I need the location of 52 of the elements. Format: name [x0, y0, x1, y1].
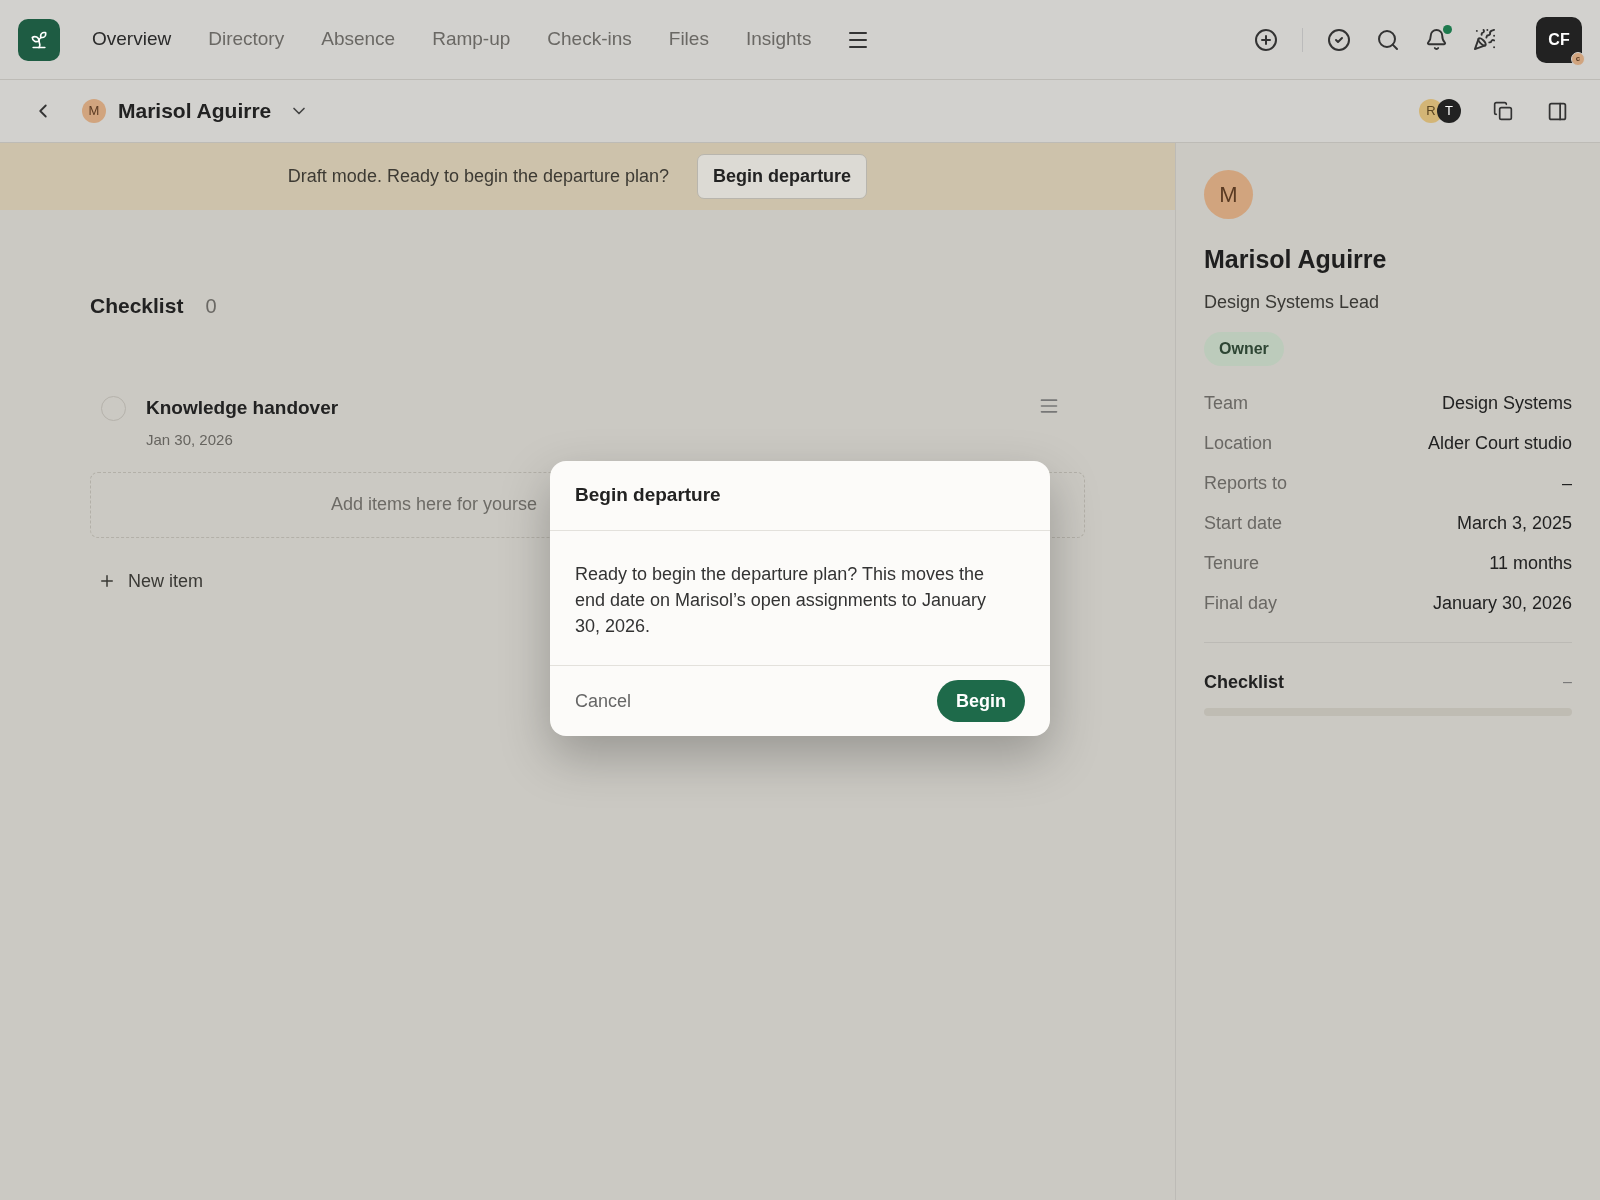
checklist-count: 0	[205, 293, 217, 319]
field-label: Tenure	[1204, 552, 1260, 575]
field-value: Alder Court studio	[1427, 432, 1572, 455]
bell-icon[interactable]	[1425, 28, 1448, 51]
nav-tab[interactable]: Overview	[80, 25, 184, 54]
check-circle-icon[interactable]	[1327, 27, 1351, 52]
field-label: Location	[1204, 432, 1273, 455]
plus-icon	[98, 572, 116, 590]
field-label: Start date	[1204, 512, 1283, 535]
new-item-button[interactable]: New item	[98, 567, 203, 595]
field-value: –	[1562, 472, 1572, 495]
field-label: Reports to	[1204, 472, 1288, 495]
viewer-avatar: T	[1437, 99, 1461, 123]
checklist-title: Checklist	[90, 293, 184, 319]
search-icon[interactable]	[1376, 27, 1400, 52]
add-icon[interactable]	[1254, 27, 1278, 52]
banner-text: Draft mode. Ready to begin the departure plan?	[287, 165, 670, 188]
field-value: Design Systems	[1441, 392, 1572, 415]
copy-icon[interactable]	[1493, 101, 1513, 121]
panel-icon[interactable]	[1547, 100, 1568, 122]
nav-tab[interactable]: Absence	[309, 25, 408, 54]
nav-tab[interactable]: Insights	[733, 25, 824, 54]
nav-tab[interactable]: Directory	[196, 25, 297, 54]
begin-departure-button[interactable]: Begin departure	[697, 154, 868, 199]
party-popper-icon[interactable]	[1473, 28, 1496, 51]
sprout-icon	[29, 29, 49, 50]
field-label: Final day	[1204, 592, 1278, 615]
person-name: Marisol Aguirre	[118, 98, 272, 125]
nav-tab[interactable]: Check-ins	[535, 25, 644, 54]
field-label: Team	[1204, 392, 1248, 415]
dropzone-text: Add items here for yourse	[331, 493, 538, 516]
profile-name: Marisol Aguirre	[1204, 244, 1388, 275]
app-logo[interactable]	[18, 18, 60, 61]
field-value: January 30, 2026	[1432, 592, 1572, 615]
user-badge: c	[1571, 51, 1585, 66]
field-value: March 3, 2025	[1456, 512, 1572, 535]
owner-badge: Owner	[1204, 331, 1284, 366]
field-value: 11 months	[1489, 552, 1572, 575]
checklist-heading: Checklist	[1204, 670, 1285, 694]
dialog-body: Ready to begin the departure plan? This moves the end date on Marisol’s open assignments to January 30, 2026.	[575, 563, 987, 638]
item-date: Jan 30, 2026	[146, 430, 234, 450]
person-avatar: M	[82, 99, 106, 123]
confirm-button[interactable]: Begin	[937, 680, 1025, 722]
checklist-value: –	[1563, 672, 1572, 692]
user-avatar[interactable]: CF c	[1536, 16, 1582, 63]
nav-tab[interactable]: Ramp-up	[420, 25, 523, 54]
profile-avatar: M	[1204, 170, 1253, 219]
item-title[interactable]: Knowledge handover	[146, 393, 339, 422]
dialog-title: Begin departure	[575, 483, 721, 508]
nav-tab[interactable]: Files	[656, 25, 721, 54]
cancel-button[interactable]: Cancel	[575, 687, 632, 715]
profile-role: Design Systems Lead	[1204, 290, 1381, 314]
